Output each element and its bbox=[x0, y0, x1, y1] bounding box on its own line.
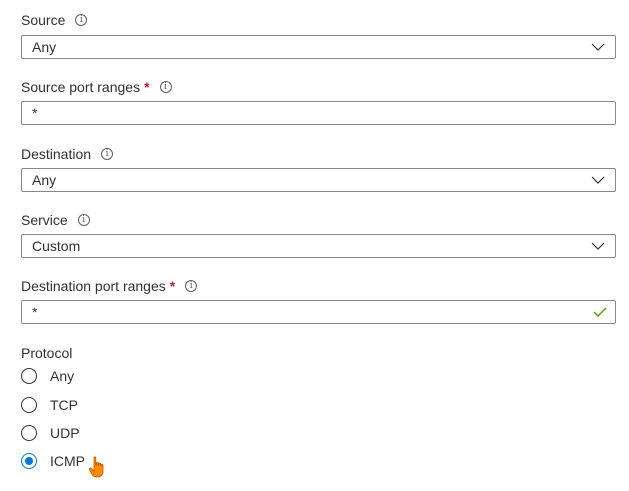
inbound-rule-form: Source Any Source port ranges * * Destin… bbox=[0, 0, 629, 491]
service-value: Custom bbox=[32, 238, 81, 254]
destination-port-ranges-label-row: Destination port ranges * bbox=[21, 277, 198, 295]
radio-button[interactable] bbox=[21, 397, 37, 413]
service-label-row: Service bbox=[21, 211, 90, 229]
source-label-row: Source bbox=[21, 11, 88, 29]
source-port-ranges-input[interactable]: * bbox=[21, 101, 616, 125]
protocol-option-tcp[interactable]: TCP bbox=[21, 395, 78, 415]
destination-port-ranges-input[interactable]: * bbox=[21, 300, 616, 324]
info-icon[interactable] bbox=[185, 280, 198, 292]
protocol-option-label: ICMP bbox=[50, 453, 85, 469]
source-dropdown[interactable]: Any bbox=[21, 35, 616, 59]
info-icon[interactable] bbox=[101, 148, 114, 160]
protocol-label-row: Protocol bbox=[21, 344, 72, 362]
protocol-option-icmp[interactable]: ICMP bbox=[21, 451, 85, 471]
hand-pointer-icon bbox=[88, 456, 104, 478]
radio-button-selected[interactable] bbox=[21, 453, 37, 469]
source-value: Any bbox=[32, 39, 57, 55]
chevron-down-icon bbox=[591, 176, 605, 184]
destination-port-ranges-label: Destination port ranges bbox=[21, 278, 166, 294]
radio-button[interactable] bbox=[21, 425, 37, 441]
source-port-ranges-label: Source port ranges bbox=[21, 79, 141, 95]
protocol-option-label: Any bbox=[50, 368, 75, 384]
protocol-option-udp[interactable]: UDP bbox=[21, 423, 80, 443]
service-dropdown[interactable]: Custom bbox=[21, 234, 616, 258]
info-icon[interactable] bbox=[75, 14, 88, 26]
source-port-ranges-value: * bbox=[32, 105, 38, 121]
info-icon[interactable] bbox=[77, 214, 90, 226]
destination-value: Any bbox=[32, 172, 57, 188]
destination-port-ranges-value: * bbox=[32, 304, 38, 320]
destination-label-row: Destination bbox=[21, 145, 114, 163]
required-marker: * bbox=[169, 278, 176, 294]
chevron-down-icon bbox=[591, 43, 605, 51]
checkmark-icon bbox=[593, 307, 607, 317]
info-icon[interactable] bbox=[159, 81, 172, 93]
source-label: Source bbox=[21, 12, 66, 28]
protocol-label: Protocol bbox=[21, 345, 73, 361]
required-marker: * bbox=[144, 79, 150, 95]
destination-label: Destination bbox=[21, 146, 92, 162]
source-port-ranges-label-row: Source port ranges * bbox=[21, 78, 172, 96]
radio-button[interactable] bbox=[21, 368, 37, 384]
protocol-option-any[interactable]: Any bbox=[21, 366, 74, 386]
chevron-down-icon bbox=[591, 242, 605, 250]
destination-dropdown[interactable]: Any bbox=[21, 168, 616, 192]
protocol-option-label: TCP bbox=[50, 397, 78, 413]
service-label: Service bbox=[21, 212, 68, 228]
protocol-option-label: UDP bbox=[50, 425, 80, 441]
